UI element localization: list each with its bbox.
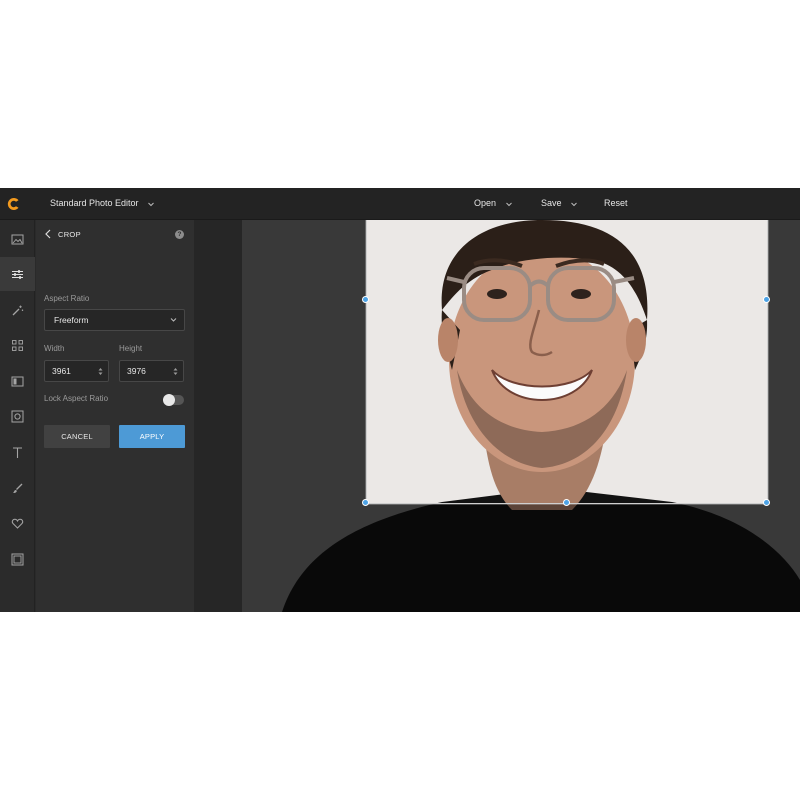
photo-editor-app: Standard Photo Editor Open Save Reset CR… [0,188,800,612]
frame-icon [11,410,24,422]
back-arrow-icon[interactable] [44,229,52,239]
toggle-knob [163,394,175,406]
rail-item-image[interactable] [0,222,35,256]
chevron-down-icon [505,202,512,206]
reset-label: Reset [604,198,628,208]
crop-handle-bottom-right[interactable] [763,499,770,506]
editor-title-text: Standard Photo Editor [50,198,139,208]
stepper-arrows-icon[interactable] [173,367,178,376]
width-value: 3961 [52,366,71,376]
rail-item-collage[interactable] [0,328,35,362]
crop-handle-bottom-center[interactable] [563,499,570,506]
app-logo-icon[interactable] [6,196,22,212]
magic-wand-icon [12,305,24,315]
layout-icon [11,376,24,386]
help-icon[interactable]: ? [175,230,184,239]
aspect-ratio-select[interactable]: Freeform [44,309,185,331]
rail-item-layout[interactable] [0,364,35,398]
chevron-down-icon [170,318,177,322]
panel-header: CROP ? [36,220,194,250]
tool-rail [0,220,35,612]
cancel-button[interactable]: CANCEL [44,425,110,448]
crop-panel: CROP ? Aspect Ratio Freeform Width Heigh… [36,220,194,612]
rail-item-overlays[interactable] [0,542,35,576]
editor-mode-selector[interactable]: Standard Photo Editor [50,188,155,220]
crop-handle-bottom-left[interactable] [362,499,369,506]
rail-item-frames[interactable] [0,399,35,433]
crop-box[interactable] [362,220,770,506]
crop-handle-right-top[interactable] [763,296,770,303]
stepper-arrows-icon[interactable] [98,367,103,376]
chevron-down-icon [148,202,154,206]
open-menu[interactable]: Open [474,188,513,220]
rail-item-draw[interactable] [0,471,35,505]
image-icon [11,234,24,244]
height-input[interactable]: 3976 [119,360,184,382]
panel-title: CROP [58,230,81,239]
aspect-ratio-value: Freeform [54,315,89,325]
save-label: Save [541,198,562,208]
height-value: 3976 [127,366,146,376]
brush-icon [13,483,23,493]
rail-item-stickers[interactable] [0,506,35,540]
width-input[interactable]: 3961 [44,360,109,382]
text-icon [13,446,22,458]
apply-button[interactable]: APPLY [119,425,185,448]
canvas-area [194,220,800,612]
rail-item-adjust[interactable] [0,257,35,291]
lock-aspect-ratio-toggle[interactable] [163,394,184,406]
top-bar: Standard Photo Editor Open Save Reset [0,188,800,220]
height-label: Height [119,344,143,353]
photo-canvas[interactable] [242,220,800,612]
grid-icon [12,339,23,351]
chevron-down-icon [571,202,577,206]
width-label: Width [44,344,65,353]
crop-handle-left-top[interactable] [362,296,369,303]
rail-item-enhance[interactable] [0,293,35,327]
adjust-sliders-icon [12,269,23,279]
aspect-ratio-label: Aspect Ratio [44,294,90,303]
save-menu[interactable]: Save [541,188,578,220]
overlay-icon [11,553,24,565]
open-label: Open [474,198,497,208]
reset-button[interactable]: Reset [604,188,628,220]
lock-aspect-ratio-label: Lock Aspect Ratio [44,394,109,403]
heart-icon [11,518,24,529]
rail-item-text[interactable] [0,435,35,469]
